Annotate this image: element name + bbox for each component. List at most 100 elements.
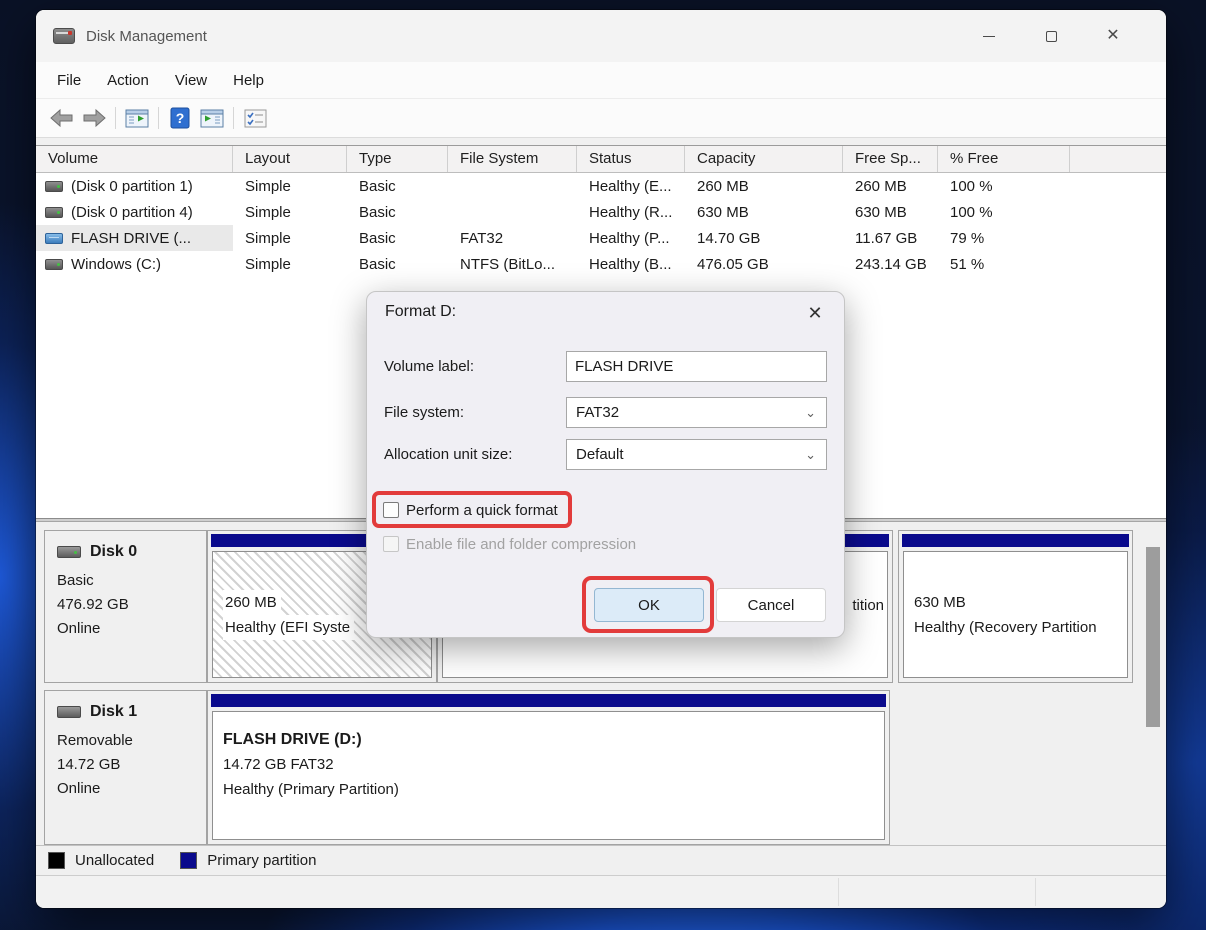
- help-icon: ?: [170, 107, 190, 129]
- close-icon: ✕: [1106, 28, 1119, 44]
- action-pane-icon: [200, 109, 224, 128]
- type-cell: Basic: [347, 230, 448, 247]
- properties-icon: [244, 109, 267, 128]
- free-space-cell: 243.14 GB: [843, 256, 938, 273]
- column-header-type[interactable]: Type: [347, 146, 448, 172]
- table-row[interactable]: (Disk 0 partition 1) Simple Basic Health…: [36, 173, 1166, 199]
- maximize-button[interactable]: [1020, 10, 1082, 62]
- partition-status: Healthy (Recovery Partition: [914, 615, 1127, 640]
- column-header-capacity[interactable]: Capacity: [685, 146, 843, 172]
- disk1-size: 14.72 GB: [57, 753, 206, 777]
- volume-name: (Disk 0 partition 4): [71, 204, 193, 221]
- disk1-label[interactable]: Disk 1 Removable 14.72 GB Online: [44, 690, 207, 845]
- back-icon: [49, 108, 75, 128]
- volume-drive-icon: [45, 207, 63, 218]
- disk1-row: Disk 1 Removable 14.72 GB Online FLASH D…: [44, 690, 1157, 845]
- volume-name: (Disk 0 partition 1): [71, 178, 193, 195]
- disk0-name: Disk 0: [90, 543, 137, 561]
- volume-list-header: Volume Layout Type File System Status Ca…: [36, 146, 1166, 173]
- partition-recovery[interactable]: 630 MB Healthy (Recovery Partition: [898, 530, 1133, 683]
- disk0-label[interactable]: Disk 0 Basic 476.92 GB Online: [44, 530, 207, 683]
- disk-icon: [57, 546, 81, 558]
- close-button[interactable]: ✕: [1082, 10, 1144, 62]
- status-cell: Healthy (R...: [577, 204, 685, 221]
- layout-cell: Simple: [233, 204, 347, 221]
- layout-cell: Simple: [233, 230, 347, 247]
- format-dialog: Format D: ✕ Volume label: File system: F…: [366, 291, 845, 638]
- free-space-cell: 11.67 GB: [843, 230, 938, 247]
- chevron-down-icon: ⌄: [805, 405, 826, 421]
- column-header-free-space[interactable]: Free Sp...: [843, 146, 938, 172]
- disk0-kind: Basic: [57, 569, 206, 593]
- file-system-select[interactable]: FAT32 ⌄: [566, 397, 827, 428]
- status-cell: Healthy (E...: [577, 178, 685, 195]
- cancel-button[interactable]: Cancel: [716, 588, 826, 622]
- column-header-layout[interactable]: Layout: [233, 146, 347, 172]
- partition-title: FLASH DRIVE (D:): [223, 727, 884, 752]
- type-cell: Basic: [347, 256, 448, 273]
- allocation-unit-value: Default: [576, 446, 624, 463]
- toolbar: ?: [36, 99, 1166, 138]
- capacity-cell: 14.70 GB: [685, 230, 843, 247]
- minimize-button[interactable]: [958, 10, 1020, 62]
- toolbar-separator: [233, 107, 234, 129]
- help-button[interactable]: ?: [164, 103, 196, 133]
- partition-flash-drive[interactable]: FLASH DRIVE (D:) 14.72 GB FAT32 Healthy …: [207, 690, 890, 845]
- menu-file[interactable]: File: [44, 68, 94, 93]
- vertical-scrollbar-thumb[interactable]: [1146, 547, 1160, 727]
- partition-size: 14.72 GB FAT32: [223, 752, 884, 777]
- maximize-icon: [1046, 31, 1057, 42]
- percent-free-cell: 100 %: [938, 178, 1070, 195]
- status-bar: [36, 875, 1166, 908]
- disk0-status: Online: [57, 617, 206, 641]
- volume-label-input[interactable]: [566, 351, 827, 382]
- primary-partition-swatch: [180, 852, 197, 869]
- partition-status: Healthy (EFI Syste: [223, 615, 354, 640]
- back-button[interactable]: [46, 103, 78, 133]
- disk-management-window: Disk Management ✕ File Action View Help: [36, 10, 1166, 908]
- dialog-close-button[interactable]: ✕: [802, 300, 828, 326]
- volume-name: FLASH DRIVE (...: [71, 230, 191, 247]
- action-pane-button[interactable]: [196, 103, 228, 133]
- capacity-cell: 476.05 GB: [685, 256, 843, 273]
- table-row[interactable]: (Disk 0 partition 4) Simple Basic Health…: [36, 199, 1166, 225]
- volume-drive-icon: [45, 259, 63, 270]
- compression-checkbox[interactable]: [383, 536, 399, 552]
- menu-help[interactable]: Help: [220, 68, 277, 93]
- properties-button[interactable]: [239, 103, 271, 133]
- partition-status: Healthy (Primary Partition): [223, 777, 884, 802]
- allocation-unit-label: Allocation unit size:: [384, 446, 512, 463]
- allocation-unit-select[interactable]: Default ⌄: [566, 439, 827, 470]
- column-header-percent-free[interactable]: % Free: [938, 146, 1070, 172]
- minimize-icon: [983, 36, 995, 37]
- partition-size: 630 MB: [914, 590, 1127, 615]
- ok-button[interactable]: OK: [594, 588, 704, 622]
- console-tree-button[interactable]: [121, 103, 153, 133]
- file-system-cell: FAT32: [448, 230, 577, 247]
- quick-format-checkbox[interactable]: [383, 502, 399, 518]
- console-tree-icon: [125, 109, 149, 128]
- column-header-file-system[interactable]: File System: [448, 146, 577, 172]
- chevron-down-icon: ⌄: [805, 447, 826, 463]
- partition-color-bar: [211, 694, 886, 707]
- menu-view[interactable]: View: [162, 68, 220, 93]
- percent-free-cell: 100 %: [938, 204, 1070, 221]
- volume-label-label: Volume label:: [384, 358, 474, 375]
- disk1-status: Online: [57, 777, 206, 801]
- svg-text:?: ?: [176, 110, 185, 126]
- status-cell: Healthy (B...: [577, 256, 685, 273]
- table-row[interactable]: Windows (C:) Simple Basic NTFS (BitLo...…: [36, 251, 1166, 277]
- status-bar-separator: [1035, 878, 1036, 906]
- column-header-volume[interactable]: Volume: [36, 146, 233, 172]
- file-system-value: FAT32: [576, 404, 619, 421]
- forward-button[interactable]: [78, 103, 110, 133]
- compression-label: Enable file and folder compression: [406, 536, 636, 553]
- capacity-cell: 630 MB: [685, 204, 843, 221]
- table-row-selected[interactable]: FLASH DRIVE (... Simple Basic FAT32 Heal…: [36, 225, 1166, 251]
- menu-action[interactable]: Action: [94, 68, 162, 93]
- column-header-status[interactable]: Status: [577, 146, 685, 172]
- quick-format-label: Perform a quick format: [406, 502, 558, 519]
- disk-management-icon: [53, 28, 75, 44]
- volume-name: Windows (C:): [71, 256, 161, 273]
- percent-free-cell: 79 %: [938, 230, 1070, 247]
